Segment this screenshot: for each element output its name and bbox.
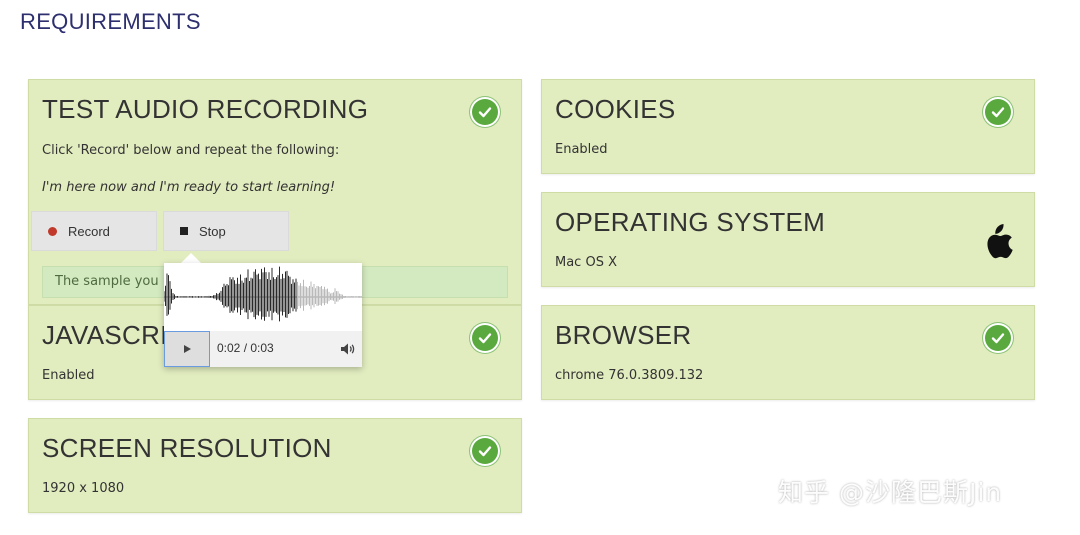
operating-system-card: OPERATING SYSTEM Mac OS X — [541, 192, 1035, 287]
check-circle-icon — [470, 97, 500, 127]
recording-popup: 0:02 / 0:03 — [164, 263, 362, 367]
check-circle-icon — [983, 97, 1013, 127]
apple-logo-icon — [982, 223, 1014, 265]
screen-resolution-title: SCREEN RESOLUTION — [42, 433, 332, 463]
cookies-title: COOKIES — [555, 94, 676, 124]
stop-button-label: Stop — [199, 223, 226, 239]
volume-icon[interactable] — [340, 341, 356, 360]
sample-message-text: The sample you — [55, 274, 159, 289]
record-dot-icon — [48, 226, 57, 236]
play-button[interactable] — [164, 331, 210, 367]
audio-player: 0:02 / 0:03 — [164, 331, 362, 367]
stop-square-icon — [180, 227, 188, 235]
audio-test-phrase: I'm here now and I'm ready to start lear… — [42, 180, 336, 195]
play-icon — [184, 345, 191, 353]
stop-button[interactable]: Stop — [163, 211, 289, 251]
check-circle-icon — [470, 323, 500, 353]
browser-title: BROWSER — [555, 320, 692, 350]
browser-value: chrome 76.0.3809.132 — [555, 368, 704, 383]
operating-system-title: OPERATING SYSTEM — [555, 207, 826, 237]
audio-test-instruction: Click 'Record' below and repeat the foll… — [42, 143, 340, 158]
operating-system-value: Mac OS X — [555, 255, 617, 270]
cookies-card: COOKIES Enabled — [541, 79, 1035, 174]
audio-time: 0:02 / 0:03 — [217, 341, 274, 355]
javascript-value: Enabled — [42, 368, 95, 383]
record-button-label: Record — [68, 223, 110, 239]
screen-resolution-value: 1920 x 1080 — [42, 481, 125, 496]
audio-waveform[interactable] — [164, 263, 362, 331]
check-circle-icon — [983, 323, 1013, 353]
check-circle-icon — [470, 436, 500, 466]
cookies-value: Enabled — [555, 142, 608, 157]
browser-card: BROWSER chrome 76.0.3809.132 — [541, 305, 1035, 400]
audio-test-title: TEST AUDIO RECORDING — [42, 94, 369, 124]
watermark: 知乎 @沙隆巴斯Jin — [778, 478, 1003, 507]
screen-resolution-card: SCREEN RESOLUTION 1920 x 1080 — [28, 418, 522, 513]
record-button[interactable]: Record — [31, 211, 157, 251]
page-title: REQUIREMENTS — [20, 9, 201, 34]
